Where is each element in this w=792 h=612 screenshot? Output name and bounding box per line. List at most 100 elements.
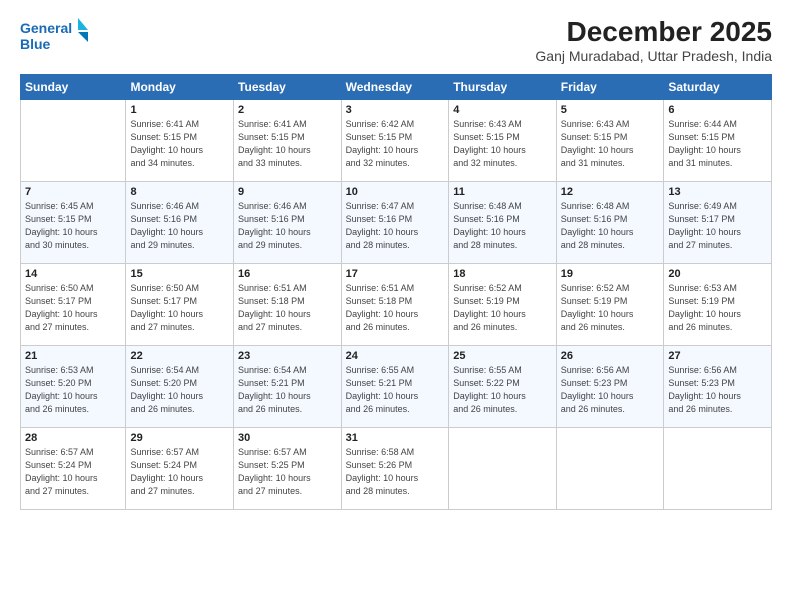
day-info: Sunrise: 6:46 AMSunset: 5:16 PMDaylight:… bbox=[130, 200, 229, 252]
day-info: Sunrise: 6:52 AMSunset: 5:19 PMDaylight:… bbox=[561, 282, 660, 334]
day-info: Sunrise: 6:43 AMSunset: 5:15 PMDaylight:… bbox=[453, 118, 552, 170]
day-info: Sunrise: 6:56 AMSunset: 5:23 PMDaylight:… bbox=[668, 364, 767, 416]
day-info: Sunrise: 6:53 AMSunset: 5:20 PMDaylight:… bbox=[25, 364, 121, 416]
col-saturday: Saturday bbox=[664, 75, 772, 100]
day-number: 2 bbox=[238, 104, 337, 116]
day-cell: 22Sunrise: 6:54 AMSunset: 5:20 PMDayligh… bbox=[126, 346, 234, 428]
month-title: December 2025 bbox=[535, 16, 772, 48]
day-cell: 1 Sunrise: 6:41 AMSunset: 5:15 PMDaylight… bbox=[126, 100, 234, 182]
day-number: 28 bbox=[25, 432, 121, 444]
day-number: 4 bbox=[453, 104, 552, 116]
day-info: Sunrise: 6:41 AMSunset: 5:15 PMDaylight:… bbox=[238, 118, 337, 170]
day-info: Sunrise: 6:42 AMSunset: 5:15 PMDaylight:… bbox=[346, 118, 445, 170]
day-cell: 25 Sunrise: 6:55 AMSunset: 5:22 PMDayligh… bbox=[449, 346, 557, 428]
day-number: 21 bbox=[25, 350, 121, 362]
day-cell: 20 Sunrise: 6:53 AMSunset: 5:19 PMDayligh… bbox=[664, 264, 772, 346]
day-number: 25 bbox=[453, 350, 552, 362]
calendar-table: Sunday Monday Tuesday Wednesday Thursday… bbox=[20, 74, 772, 510]
week-row-2: 7 Sunrise: 6:45 AMSunset: 5:15 PMDaylight… bbox=[21, 182, 772, 264]
day-number: 24 bbox=[346, 350, 445, 362]
col-tuesday: Tuesday bbox=[234, 75, 342, 100]
svg-text:General: General bbox=[20, 20, 72, 36]
col-thursday: Thursday bbox=[449, 75, 557, 100]
day-cell: 26Sunrise: 6:56 AMSunset: 5:23 PMDayligh… bbox=[556, 346, 664, 428]
day-cell: 14Sunrise: 6:50 AMSunset: 5:17 PMDayligh… bbox=[21, 264, 126, 346]
day-cell: 2 Sunrise: 6:41 AMSunset: 5:15 PMDaylight… bbox=[234, 100, 342, 182]
week-row-4: 21 Sunrise: 6:53 AMSunset: 5:20 PMDayligh… bbox=[21, 346, 772, 428]
day-number: 16 bbox=[238, 268, 337, 280]
day-number: 9 bbox=[238, 186, 337, 198]
svg-text:Blue: Blue bbox=[20, 36, 51, 52]
day-info: Sunrise: 6:51 AMSunset: 5:18 PMDaylight:… bbox=[346, 282, 445, 334]
col-friday: Friday bbox=[556, 75, 664, 100]
day-number: 6 bbox=[668, 104, 767, 116]
day-cell bbox=[21, 100, 126, 182]
day-cell: 16Sunrise: 6:51 AMSunset: 5:18 PMDayligh… bbox=[234, 264, 342, 346]
day-info: Sunrise: 6:47 AMSunset: 5:16 PMDaylight:… bbox=[346, 200, 445, 252]
col-monday: Monday bbox=[126, 75, 234, 100]
day-cell: 23 Sunrise: 6:54 AMSunset: 5:21 PMDayligh… bbox=[234, 346, 342, 428]
day-info: Sunrise: 6:55 AMSunset: 5:21 PMDaylight:… bbox=[346, 364, 445, 416]
day-info: Sunrise: 6:57 AMSunset: 5:24 PMDaylight:… bbox=[130, 446, 229, 498]
day-number: 11 bbox=[453, 186, 552, 198]
day-number: 23 bbox=[238, 350, 337, 362]
header: General Blue December 2025 Ganj Muradaba… bbox=[20, 16, 772, 64]
title-block: December 2025 Ganj Muradabad, Uttar Prad… bbox=[535, 16, 772, 64]
day-info: Sunrise: 6:48 AMSunset: 5:16 PMDaylight:… bbox=[561, 200, 660, 252]
day-number: 19 bbox=[561, 268, 660, 280]
day-cell: 24 Sunrise: 6:55 AMSunset: 5:21 PMDayligh… bbox=[341, 346, 449, 428]
day-number: 12 bbox=[561, 186, 660, 198]
day-cell: 7 Sunrise: 6:45 AMSunset: 5:15 PMDaylight… bbox=[21, 182, 126, 264]
day-number: 3 bbox=[346, 104, 445, 116]
day-number: 8 bbox=[130, 186, 229, 198]
day-info: Sunrise: 6:57 AMSunset: 5:24 PMDaylight:… bbox=[25, 446, 121, 498]
day-info: Sunrise: 6:54 AMSunset: 5:21 PMDaylight:… bbox=[238, 364, 337, 416]
day-number: 20 bbox=[668, 268, 767, 280]
day-cell: 21 Sunrise: 6:53 AMSunset: 5:20 PMDayligh… bbox=[21, 346, 126, 428]
logo: General Blue bbox=[20, 16, 90, 56]
day-number: 27 bbox=[668, 350, 767, 362]
day-info: Sunrise: 6:46 AMSunset: 5:16 PMDaylight:… bbox=[238, 200, 337, 252]
day-cell bbox=[664, 428, 772, 510]
day-info: Sunrise: 6:41 AMSunset: 5:15 PMDaylight:… bbox=[130, 118, 229, 170]
day-number: 7 bbox=[25, 186, 121, 198]
day-number: 15 bbox=[130, 268, 229, 280]
day-info: Sunrise: 6:48 AMSunset: 5:16 PMDaylight:… bbox=[453, 200, 552, 252]
day-cell: 29Sunrise: 6:57 AMSunset: 5:24 PMDayligh… bbox=[126, 428, 234, 510]
location: Ganj Muradabad, Uttar Pradesh, India bbox=[535, 48, 772, 64]
day-cell: 8 Sunrise: 6:46 AMSunset: 5:16 PMDaylight… bbox=[126, 182, 234, 264]
day-cell: 19 Sunrise: 6:52 AMSunset: 5:19 PMDayligh… bbox=[556, 264, 664, 346]
day-info: Sunrise: 6:55 AMSunset: 5:22 PMDaylight:… bbox=[453, 364, 552, 416]
day-number: 5 bbox=[561, 104, 660, 116]
week-row-3: 14Sunrise: 6:50 AMSunset: 5:17 PMDayligh… bbox=[21, 264, 772, 346]
day-number: 18 bbox=[453, 268, 552, 280]
day-cell: 10Sunrise: 6:47 AMSunset: 5:16 PMDayligh… bbox=[341, 182, 449, 264]
logo-svg: General Blue bbox=[20, 16, 90, 56]
day-info: Sunrise: 6:44 AMSunset: 5:15 PMDaylight:… bbox=[668, 118, 767, 170]
day-number: 30 bbox=[238, 432, 337, 444]
day-info: Sunrise: 6:53 AMSunset: 5:19 PMDaylight:… bbox=[668, 282, 767, 334]
day-info: Sunrise: 6:58 AMSunset: 5:26 PMDaylight:… bbox=[346, 446, 445, 498]
day-info: Sunrise: 6:52 AMSunset: 5:19 PMDaylight:… bbox=[453, 282, 552, 334]
week-row-1: 1 Sunrise: 6:41 AMSunset: 5:15 PMDaylight… bbox=[21, 100, 772, 182]
day-cell: 9 Sunrise: 6:46 AMSunset: 5:16 PMDaylight… bbox=[234, 182, 342, 264]
col-sunday: Sunday bbox=[21, 75, 126, 100]
day-number: 31 bbox=[346, 432, 445, 444]
day-number: 17 bbox=[346, 268, 445, 280]
day-info: Sunrise: 6:56 AMSunset: 5:23 PMDaylight:… bbox=[561, 364, 660, 416]
col-wednesday: Wednesday bbox=[341, 75, 449, 100]
day-number: 1 bbox=[130, 104, 229, 116]
day-info: Sunrise: 6:50 AMSunset: 5:17 PMDaylight:… bbox=[130, 282, 229, 334]
day-cell: 30Sunrise: 6:57 AMSunset: 5:25 PMDayligh… bbox=[234, 428, 342, 510]
day-info: Sunrise: 6:45 AMSunset: 5:15 PMDaylight:… bbox=[25, 200, 121, 252]
day-cell bbox=[556, 428, 664, 510]
week-row-5: 28 Sunrise: 6:57 AMSunset: 5:24 PMDayligh… bbox=[21, 428, 772, 510]
day-cell: 27 Sunrise: 6:56 AMSunset: 5:23 PMDayligh… bbox=[664, 346, 772, 428]
day-info: Sunrise: 6:50 AMSunset: 5:17 PMDaylight:… bbox=[25, 282, 121, 334]
day-cell: 3 Sunrise: 6:42 AMSunset: 5:15 PMDaylight… bbox=[341, 100, 449, 182]
day-cell: 31 Sunrise: 6:58 AMSunset: 5:26 PMDayligh… bbox=[341, 428, 449, 510]
day-cell: 5 Sunrise: 6:43 AMSunset: 5:15 PMDaylight… bbox=[556, 100, 664, 182]
day-info: Sunrise: 6:43 AMSunset: 5:15 PMDaylight:… bbox=[561, 118, 660, 170]
calendar-page: General Blue December 2025 Ganj Muradaba… bbox=[0, 0, 792, 612]
day-cell: 4 Sunrise: 6:43 AMSunset: 5:15 PMDaylight… bbox=[449, 100, 557, 182]
